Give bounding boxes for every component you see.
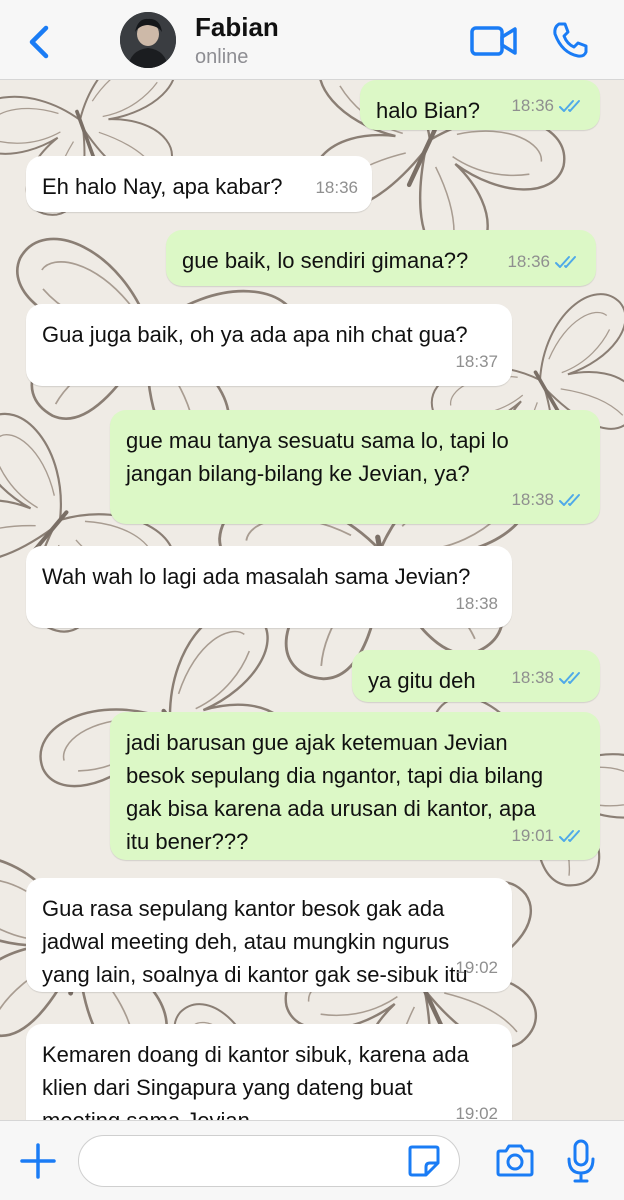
avatar-photo bbox=[120, 12, 176, 68]
contact-name[interactable]: Fabian bbox=[195, 12, 279, 43]
sticker-icon bbox=[408, 1145, 440, 1177]
message-meta: 19:01 bbox=[511, 819, 586, 852]
message-time: 18:36 bbox=[315, 178, 358, 197]
message-meta: 18:38 bbox=[511, 483, 586, 516]
message-meta: 18:37 bbox=[455, 345, 498, 378]
chat-header: Fabian online bbox=[0, 0, 624, 80]
message-time: 19:02 bbox=[455, 958, 498, 977]
video-call-button[interactable] bbox=[470, 24, 518, 58]
message-text: gue mau tanya sesuatu sama lo, tapi lo j… bbox=[126, 428, 509, 486]
incoming-message[interactable]: Wah wah lo lagi ada masalah sama Jevian?… bbox=[26, 546, 512, 628]
plus-icon bbox=[20, 1143, 56, 1179]
message-time: 18:36 bbox=[511, 96, 554, 115]
back-button[interactable] bbox=[22, 22, 58, 62]
incoming-message[interactable]: Gua juga baik, oh ya ada apa nih chat gu… bbox=[26, 304, 512, 386]
message-text: Eh halo Nay, apa kabar? bbox=[42, 174, 283, 199]
chat-thread[interactable]: halo Bian? 18:36 Eh halo Nay, apa kabar? 18… bbox=[0, 80, 624, 1120]
sticker-button[interactable] bbox=[406, 1143, 442, 1179]
read-receipt-icon bbox=[559, 671, 580, 684]
camera-icon bbox=[496, 1144, 534, 1177]
camera-button[interactable] bbox=[494, 1143, 536, 1179]
outgoing-message[interactable]: gue mau tanya sesuatu sama lo, tapi lo j… bbox=[110, 410, 600, 524]
message-meta: 18:36 bbox=[507, 245, 582, 278]
video-camera-icon bbox=[470, 26, 517, 56]
message-meta: 18:36 bbox=[511, 89, 586, 122]
message-meta: 18:38 bbox=[455, 587, 498, 620]
read-receipt-icon bbox=[559, 829, 580, 842]
microphone-icon bbox=[567, 1139, 595, 1183]
chevron-left-icon bbox=[29, 25, 49, 59]
outgoing-message[interactable]: jadi barusan gue ajak ketemuan Jevian be… bbox=[110, 712, 600, 860]
message-time: 18:37 bbox=[455, 352, 498, 371]
outgoing-message[interactable]: ya gitu deh 18:38 bbox=[352, 650, 600, 702]
message-text: Kemaren doang di kantor sibuk, karena ad… bbox=[42, 1042, 469, 1120]
message-text: Gua juga baik, oh ya ada apa nih chat gu… bbox=[42, 322, 468, 347]
message-time: 18:36 bbox=[507, 252, 550, 271]
message-meta: 19:02 bbox=[455, 1097, 498, 1120]
input-bar bbox=[0, 1120, 624, 1200]
incoming-message[interactable]: Gua rasa sepulang kantor besok gak ada j… bbox=[26, 878, 512, 992]
message-time: 18:38 bbox=[511, 668, 554, 687]
read-receipt-icon bbox=[559, 99, 580, 112]
message-time: 18:38 bbox=[455, 594, 498, 613]
phone-icon bbox=[553, 22, 588, 58]
incoming-message[interactable]: Kemaren doang di kantor sibuk, karena ad… bbox=[26, 1024, 512, 1120]
message-text: Gua rasa sepulang kantor besok gak ada j… bbox=[42, 896, 468, 987]
microphone-button[interactable] bbox=[566, 1137, 596, 1185]
message-time: 18:38 bbox=[511, 490, 554, 509]
message-meta: 18:36 bbox=[315, 171, 358, 204]
voice-call-button[interactable] bbox=[550, 20, 590, 60]
contact-status: online bbox=[195, 46, 249, 68]
attach-button[interactable] bbox=[18, 1141, 58, 1181]
message-meta: 19:02 bbox=[455, 951, 498, 984]
outgoing-message[interactable]: gue baik, lo sendiri gimana?? 18:36 bbox=[166, 230, 596, 286]
incoming-message[interactable]: Eh halo Nay, apa kabar? 18:36 bbox=[26, 156, 372, 212]
avatar[interactable] bbox=[120, 12, 176, 68]
message-time: 19:01 bbox=[511, 826, 554, 845]
read-receipt-icon bbox=[559, 493, 580, 506]
message-meta: 18:38 bbox=[511, 661, 586, 694]
message-time: 19:02 bbox=[455, 1104, 498, 1120]
message-input[interactable] bbox=[78, 1135, 460, 1187]
outgoing-message[interactable]: halo Bian? 18:36 bbox=[360, 80, 600, 130]
message-text: Wah wah lo lagi ada masalah sama Jevian? bbox=[42, 564, 471, 589]
read-receipt-icon bbox=[555, 255, 576, 268]
